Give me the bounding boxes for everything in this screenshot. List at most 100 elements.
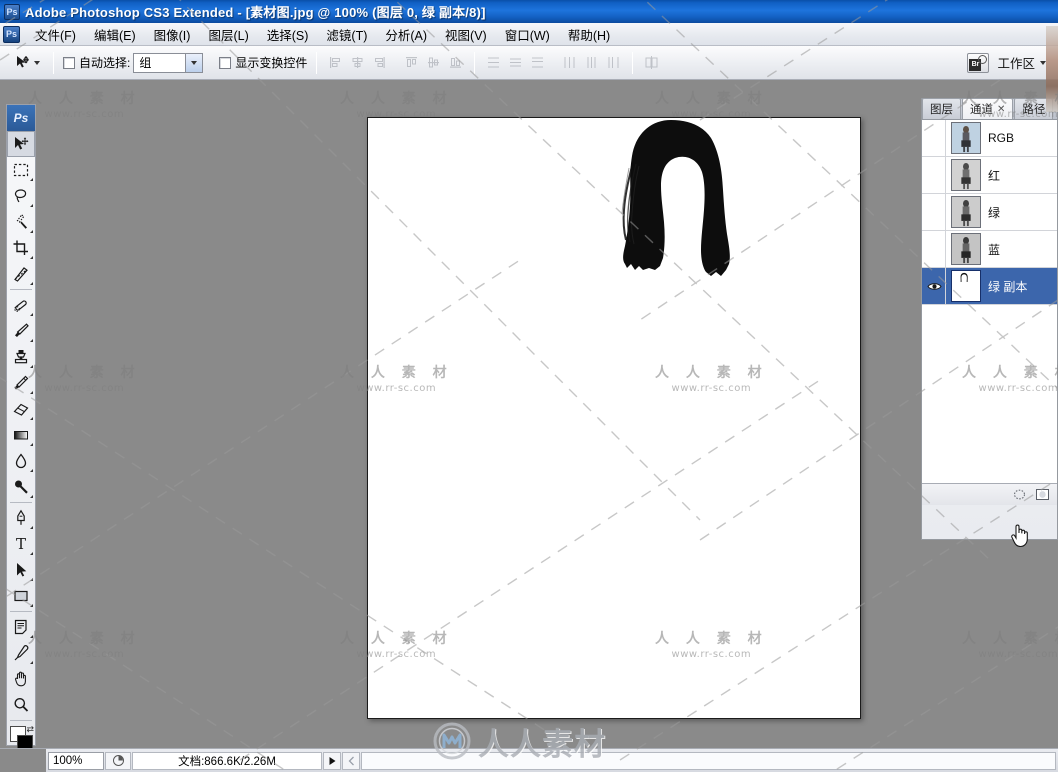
channel-visibility-toggle[interactable] (924, 157, 946, 193)
tool-type[interactable]: T (7, 531, 35, 557)
tool-history-brush[interactable] (7, 370, 35, 396)
auto-select-dropdown[interactable]: 组 (133, 52, 204, 73)
show-transform-controls-checkbox[interactable]: 显示变换控件 (219, 54, 307, 71)
distribute-buttons-group (484, 53, 623, 72)
menu-select[interactable]: 选择(S) (258, 23, 318, 46)
eraser-icon (13, 403, 29, 416)
menu-window[interactable]: 窗口(W) (496, 23, 559, 46)
align-left-edges-button[interactable] (326, 53, 345, 72)
divider (632, 51, 634, 74)
tool-lasso[interactable] (7, 183, 35, 209)
distribute-right-button[interactable] (604, 53, 623, 72)
background-image-sliver (1046, 26, 1058, 112)
channel-visibility-toggle[interactable] (924, 268, 946, 304)
distribute-center-h-button[interactable] (582, 53, 601, 72)
menu-image[interactable]: 图像(I) (145, 23, 200, 46)
swap-colors-icon[interactable]: ⇄ (26, 724, 34, 735)
tool-clone-stamp[interactable] (7, 344, 35, 370)
tool-flyout-indicator (30, 661, 33, 664)
tool-gradient[interactable] (7, 422, 35, 448)
tool-pen[interactable] (7, 505, 35, 531)
blur-drop-icon (15, 453, 27, 469)
tool-blur[interactable] (7, 448, 35, 474)
watermark-text: 人 人 素 材 www.rr-sc.com (962, 631, 1058, 660)
save-selection-as-channel-button[interactable] (1034, 487, 1051, 502)
tool-healing-brush[interactable] (7, 292, 35, 318)
distribute-left-button[interactable] (560, 53, 579, 72)
align-horizontal-centers-button[interactable] (348, 53, 367, 72)
title-bar: Ps Adobe Photoshop CS3 Extended - [素材图.j… (0, 0, 1058, 23)
tool-eyedropper[interactable] (7, 640, 35, 666)
tools-palette-header[interactable]: Ps (7, 105, 35, 131)
go-to-bridge-button[interactable]: Br (967, 52, 990, 73)
channel-row-green-copy[interactable]: 绿 副本 (922, 268, 1057, 305)
divider (474, 51, 476, 74)
distribute-center-v-button[interactable] (506, 53, 525, 72)
current-tool-preset-picker[interactable] (10, 52, 44, 73)
channel-row-red[interactable]: 红 (922, 157, 1057, 194)
tool-move[interactable] (7, 131, 35, 157)
distribute-bottom-button[interactable] (528, 53, 547, 72)
tool-brush[interactable] (7, 318, 35, 344)
menu-analysis[interactable]: 分析(A) (376, 23, 436, 46)
tool-zoom[interactable] (7, 692, 35, 718)
tool-slice[interactable] (7, 261, 35, 287)
tool-flyout-indicator (30, 495, 33, 498)
document-canvas[interactable] (367, 117, 861, 719)
checkbox-box[interactable] (63, 56, 75, 69)
tab-channels[interactable]: 通道 ✕ (962, 98, 1014, 119)
tool-crop[interactable] (7, 235, 35, 261)
workspace-menu-button[interactable]: 工作区 (997, 53, 1046, 72)
chevron-down-icon[interactable] (34, 60, 40, 65)
menu-view[interactable]: 视图(V) (436, 23, 496, 46)
align-right-icon (375, 57, 386, 68)
tool-flyout-indicator (30, 204, 33, 207)
zoom-level-input[interactable]: 100% (48, 751, 104, 770)
tool-notes[interactable] (7, 614, 35, 640)
channel-row-green[interactable]: 绿 (922, 194, 1057, 231)
channels-panel: 图层 通道 ✕ 路径 RGB 红 绿 蓝 绿 副本 (921, 98, 1058, 540)
distribute-top-icon (488, 57, 500, 68)
align-bottom-edges-button[interactable] (446, 53, 465, 72)
close-icon[interactable]: ✕ (997, 104, 1005, 115)
tool-flyout-indicator (30, 339, 33, 342)
auto-select-checkbox[interactable]: 自动选择: (63, 54, 130, 71)
load-channel-as-selection-button[interactable] (1011, 487, 1028, 502)
tool-marquee[interactable] (7, 157, 35, 183)
channel-visibility-toggle[interactable] (924, 120, 946, 156)
tool-hand[interactable] (7, 666, 35, 692)
status-back-button[interactable] (342, 751, 360, 770)
menu-edit[interactable]: 编辑(E) (85, 23, 145, 46)
distribute-top-button[interactable] (484, 53, 503, 72)
tool-path-selection[interactable] (7, 557, 35, 583)
menu-layer[interactable]: 图层(L) (199, 23, 257, 46)
channel-name: 绿 副本 (988, 279, 1028, 294)
tab-layers[interactable]: 图层 (922, 98, 961, 119)
tool-eraser[interactable] (7, 396, 35, 422)
channel-visibility-toggle[interactable] (924, 194, 946, 230)
channel-row-rgb[interactable]: RGB (922, 120, 1057, 157)
tool-shape[interactable] (7, 583, 35, 609)
status-menu-button[interactable] (323, 751, 341, 770)
checkbox-box[interactable] (219, 56, 232, 69)
notes-icon (14, 619, 27, 635)
align-right-edges-button[interactable] (370, 53, 389, 72)
dotted-circle-icon (1013, 489, 1026, 500)
app-icon: Ps (4, 3, 20, 20)
blue-channel-thumb-icon (952, 234, 980, 264)
tool-magic-wand[interactable] (7, 209, 35, 235)
brush-icon (15, 323, 29, 337)
channel-row-blue[interactable]: 蓝 (922, 231, 1057, 268)
channel-visibility-toggle[interactable] (924, 231, 946, 267)
auto-align-layers-button[interactable] (642, 53, 661, 72)
status-proxy-icon[interactable] (105, 751, 131, 770)
align-vertical-centers-button[interactable] (424, 53, 443, 72)
tool-dodge[interactable] (7, 474, 35, 500)
tool-divider (10, 502, 32, 503)
menu-file[interactable]: 文件(F) (26, 23, 85, 46)
menu-help[interactable]: 帮助(H) (559, 23, 619, 46)
workspace-label: 工作区 (997, 57, 1035, 71)
align-top-edges-button[interactable] (402, 53, 421, 72)
menu-filter[interactable]: 滤镜(T) (317, 23, 376, 46)
dropdown-arrow-icon[interactable] (185, 53, 203, 72)
